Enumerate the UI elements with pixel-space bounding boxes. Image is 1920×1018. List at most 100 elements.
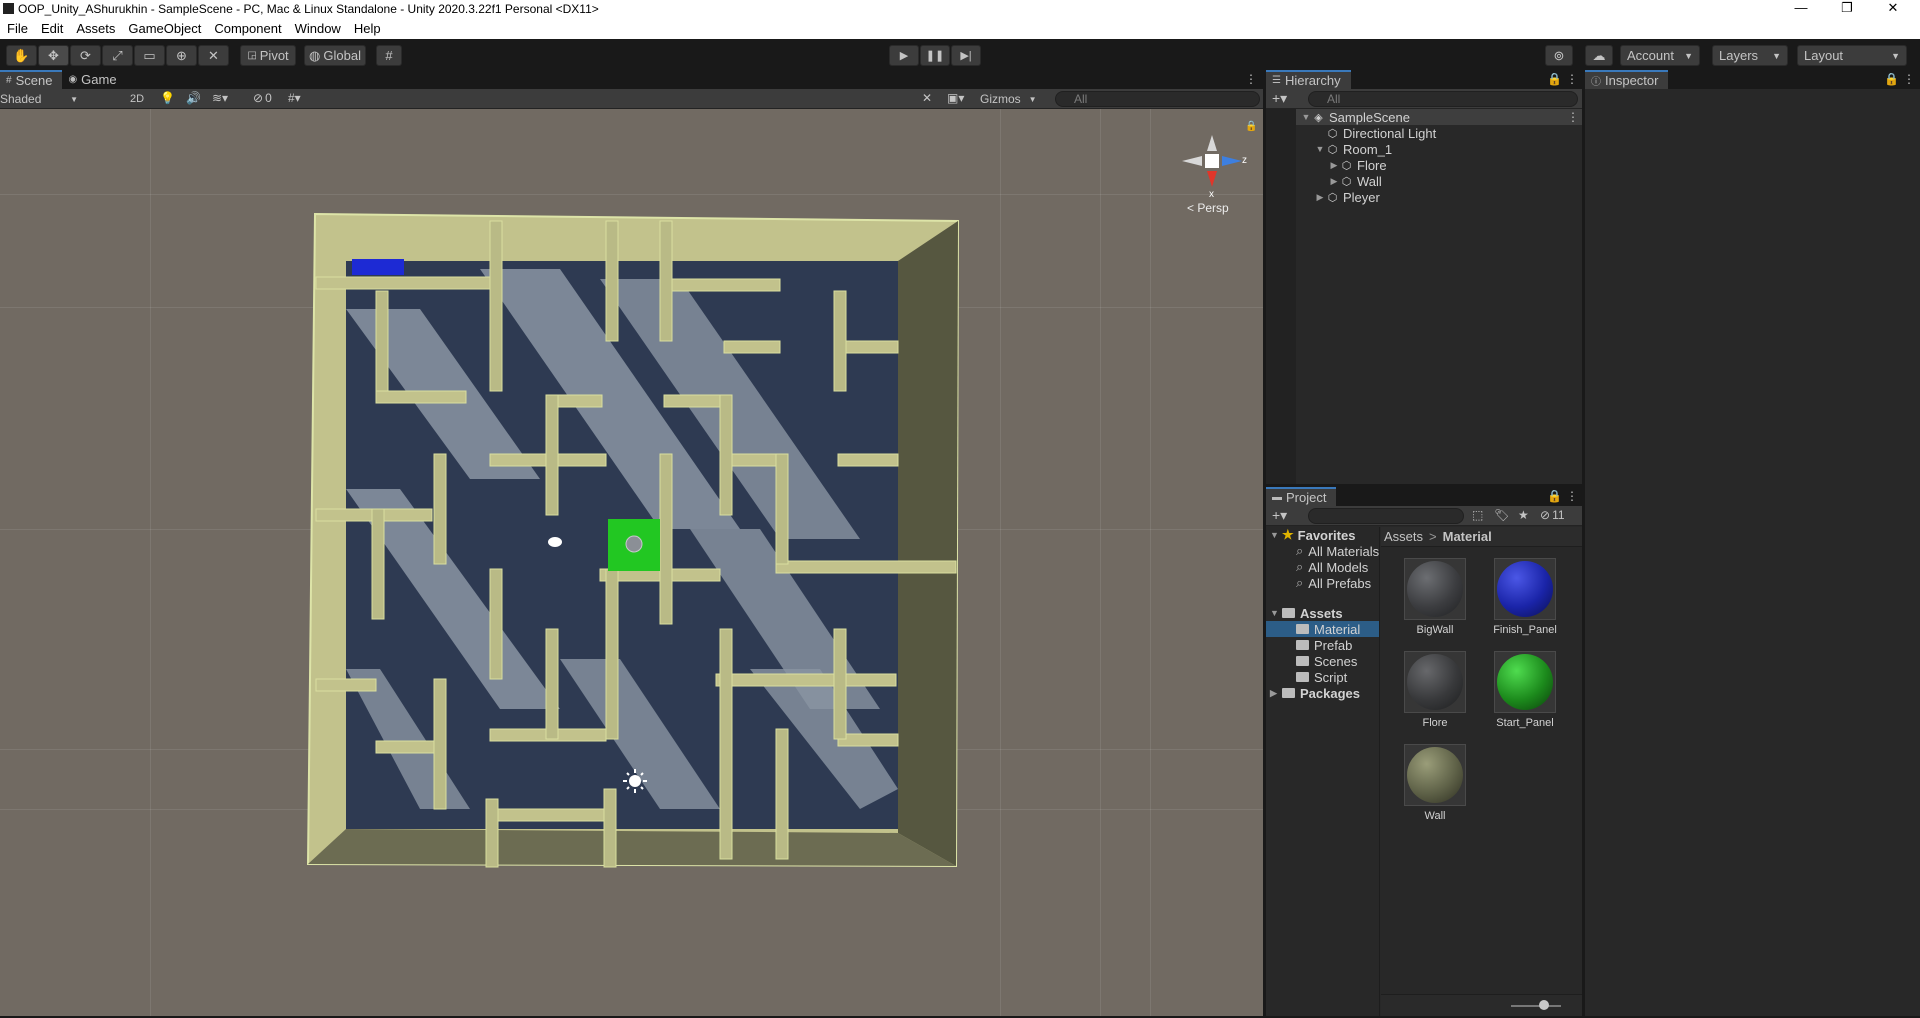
hierarchy-item-label: Directional Light [1343,125,1437,141]
tab-game[interactable]: ◉ Game [62,70,126,89]
material-asset-flore[interactable]: Flore [1395,651,1475,729]
folder-script[interactable]: Script [1296,669,1347,685]
create-button[interactable]: +▾ [1272,90,1287,107]
favorites-star-icon[interactable]: ★ [1518,508,1529,522]
maximize-button[interactable]: ❐ [1824,0,1870,17]
move-tool-button[interactable]: ✥ [38,45,69,66]
scene-view[interactable]: z x 🔒 < Persp [0,109,1263,1016]
maze-wall [375,290,389,392]
tab-project-label: Project [1286,490,1327,505]
step-button[interactable]: ▶| [951,45,981,66]
hierarchy-item-wall[interactable]: ▶ ⬡ Wall [1328,173,1382,189]
folder-material[interactable]: Material [1296,621,1360,637]
assets-folder[interactable]: ▼ Assets [1270,605,1343,621]
folder-icon [1282,608,1295,618]
custom-tool-button[interactable]: ✕ [198,45,229,66]
tab-project[interactable]: ▬ Project [1266,487,1337,506]
minimize-button[interactable]: — [1778,0,1824,17]
scene-options-icon[interactable]: ⋮ [1567,110,1579,124]
layout-dropdown[interactable]: Layout ▼ [1797,45,1907,66]
camera-icon[interactable]: ▣▾ [947,91,964,105]
2d-toggle[interactable]: 2D [125,91,149,107]
hierarchy-gutter [1266,109,1296,484]
global-toggle[interactable]: ◍ Global [304,45,366,66]
packages-folder[interactable]: ▶ Packages [1270,685,1360,701]
menu-window[interactable]: Window [288,21,347,36]
more-options-icon[interactable]: ⋮ [1245,72,1257,86]
lock-icon[interactable]: 🔒 [1884,72,1899,86]
material-asset-start-panel[interactable]: Start_Panel [1485,651,1565,729]
more-options-icon[interactable]: ⋮ [1566,72,1578,86]
transform-tool-button[interactable]: ⊕ [166,45,197,66]
pivot-toggle[interactable]: ◲ Pivot [240,45,296,66]
tab-inspector[interactable]: ⓘ Inspector [1585,70,1669,89]
grid-toggle-icon[interactable]: #▾ [288,91,301,105]
pivot-icon: ◲ [247,50,257,61]
layers-dropdown[interactable]: Layers ▼ [1712,45,1788,66]
menu-edit[interactable]: Edit [34,21,69,36]
folder-scenes[interactable]: Scenes [1296,653,1357,669]
thumbnail-size-slider[interactable] [1511,1005,1561,1007]
menu-assets[interactable]: Assets [69,21,121,36]
more-options-icon[interactable]: ⋮ [1566,489,1578,503]
tools-icon: ✕ [208,47,219,63]
hierarchy-item-directional-light[interactable]: ⬡ Directional Light [1314,125,1437,141]
maze-wall [433,678,447,810]
hierarchy-search-input[interactable]: All [1308,91,1578,107]
menu-help[interactable]: Help [347,21,387,36]
collab-button[interactable]: ⊚ [1545,45,1573,66]
tab-scene[interactable]: # Scene [0,70,63,89]
step-icon: ▶| [960,50,972,62]
account-label: Account [1627,48,1674,63]
effects-toggle-icon[interactable]: ≋▾ [212,91,228,105]
maze-level[interactable] [0,109,1263,1016]
more-options-icon[interactable]: ⋮ [1903,72,1915,86]
rect-tool-button[interactable]: ▭ [134,45,165,66]
hand-tool-button[interactable]: ✋ [6,45,37,66]
lock-icon[interactable]: 🔒 [1547,489,1562,503]
hierarchy-item-samplescene[interactable]: ▼ ◈ SampleScene [1300,109,1410,125]
create-asset-button[interactable]: +▾ [1272,507,1287,524]
project-search-input[interactable] [1308,508,1464,524]
hierarchy-item-flore[interactable]: ▶ ⬡ Flore [1328,157,1387,173]
hidden-objects-toggle[interactable]: ⊘ 0 [253,91,272,105]
lighting-toggle-icon[interactable]: 💡 [160,91,175,105]
grid-snap-button[interactable]: # [376,45,402,66]
breadcrumb: Assets > Material [1381,527,1582,547]
favorite-all-models[interactable]: ⌕ All Models [1296,559,1368,575]
rotate-tool-button[interactable]: ⟳ [70,45,101,66]
favorites-header[interactable]: ▼ ★ Favorites [1270,527,1355,543]
material-asset-finish-panel[interactable]: Finish_Panel [1485,558,1565,636]
menu-gameobject[interactable]: GameObject [121,21,207,36]
slider-handle[interactable] [1539,1000,1549,1010]
favorite-all-prefabs[interactable]: ⌕ All Prefabs [1296,575,1371,591]
gizmos-dropdown[interactable]: Gizmos ▼ [980,91,1037,107]
perspective-toggle[interactable]: < Persp [1187,201,1229,215]
play-button[interactable]: ▶ [889,45,919,66]
shading-mode-dropdown[interactable]: Shaded ▼ [0,91,82,107]
breadcrumb-current[interactable]: Material [1443,529,1492,544]
gizmo-lock-icon[interactable]: 🔒 [1245,121,1257,132]
cloud-button[interactable]: ☁ [1585,45,1613,66]
pause-button[interactable]: ❚❚ [920,45,950,66]
hierarchy-item-room-1[interactable]: ▼ ⬡ Room_1 [1314,141,1393,157]
hierarchy-item-pleyer[interactable]: ▶ ⬡ Pleyer [1314,189,1380,205]
scale-tool-button[interactable]: ⤢ [102,45,133,66]
material-asset-bigwall[interactable]: BigWall [1395,558,1475,636]
tools-icon[interactable]: ✕ [922,91,932,105]
search-by-type-icon[interactable]: ⬚ [1472,508,1483,522]
tab-hierarchy[interactable]: ☰ Hierarchy [1266,70,1351,89]
menu-file[interactable]: File [0,21,34,36]
folder-prefab[interactable]: Prefab [1296,637,1352,653]
close-button[interactable]: ✕ [1870,0,1916,17]
account-dropdown[interactable]: Account ▼ [1620,45,1700,66]
hidden-packages-toggle[interactable]: ⊘ 11 [1540,508,1565,522]
scene-search-input[interactable]: All [1055,91,1260,107]
lock-icon[interactable]: 🔒 [1547,72,1562,86]
menu-component[interactable]: Component [207,21,287,36]
breadcrumb-root[interactable]: Assets [1384,529,1423,544]
material-asset-wall[interactable]: Wall [1395,744,1475,822]
search-by-label-icon[interactable]: 🏷 [1494,508,1509,522]
audio-toggle-icon[interactable]: 🔊 [186,91,201,105]
favorite-all-materials[interactable]: ⌕ All Materials [1296,543,1379,559]
